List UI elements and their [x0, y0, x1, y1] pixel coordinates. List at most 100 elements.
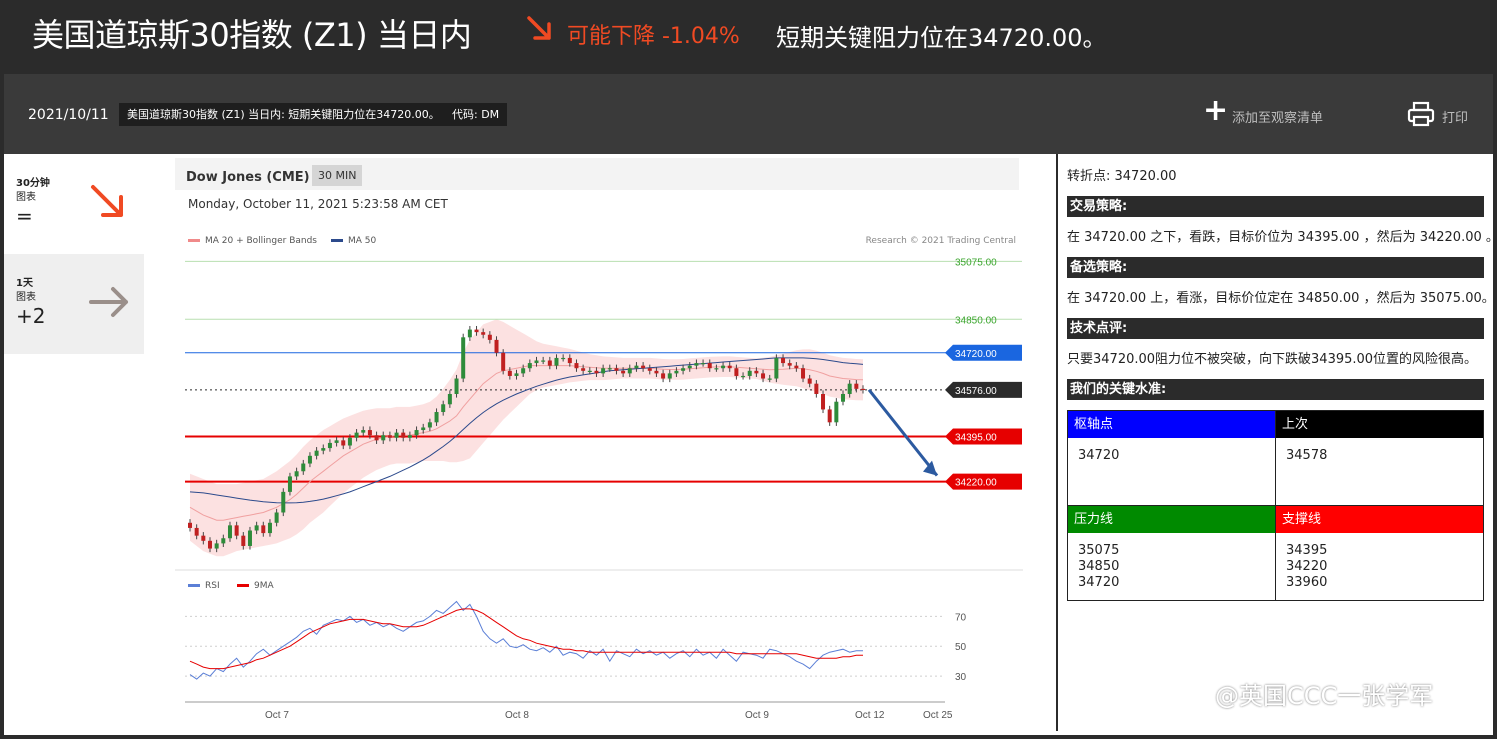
candle: [487, 334, 492, 340]
candle: [781, 357, 786, 364]
pivot-cell: 枢轴点 34720: [1068, 411, 1276, 506]
panel-divider: [1056, 154, 1058, 731]
candle: [507, 370, 512, 376]
pivot-value: 34720: [1078, 448, 1120, 463]
candle: [381, 435, 386, 441]
candle: [254, 525, 259, 531]
rsi-series-line: [189, 608, 863, 670]
candle: [467, 329, 472, 338]
level-label: 34220.00: [955, 478, 997, 489]
candle: [587, 370, 592, 372]
candle: [394, 432, 399, 438]
candle: [614, 368, 619, 371]
candle: [281, 491, 286, 513]
candle: [747, 370, 752, 376]
rsi-series-line: [189, 600, 863, 680]
candle: [627, 368, 632, 374]
candle: [441, 404, 446, 413]
candle: [461, 337, 466, 379]
x-tick-label: Oct 7: [265, 710, 289, 721]
rsi-tick-label: 70: [955, 612, 967, 623]
candle: [321, 448, 326, 451]
candle: [247, 530, 252, 546]
arrow-down-right-icon: [527, 16, 551, 40]
level-label: 34850.00: [955, 315, 997, 326]
top-banner: 美国道琼斯30指数 (Z1) 当日内 可能下降 -1.04% 短期关键阻力位在3…: [0, 0, 1497, 70]
candle: [521, 368, 526, 374]
trend-forecast: 可能下降 -1.04%: [567, 24, 740, 49]
candle: [834, 401, 839, 423]
key-levels-heading: 我们的关键水准:: [1067, 379, 1484, 400]
candle: [861, 388, 865, 391]
bollinger-band: [190, 319, 863, 557]
candle: [754, 370, 759, 374]
headline: 短期关键阻力位在34720.00。: [776, 24, 1107, 52]
candle: [607, 368, 612, 370]
candle: [427, 422, 432, 428]
last-value: 34578: [1286, 448, 1328, 463]
candle: [827, 409, 832, 423]
alternative-strategy-heading: 备选策略:: [1067, 257, 1484, 278]
candle: [641, 365, 646, 369]
candle: [794, 365, 799, 369]
print-label: 打印: [1442, 111, 1469, 126]
resistance-label: 压力线: [1068, 506, 1275, 533]
candle: [361, 430, 366, 433]
x-tick-label: Oct 12: [855, 710, 885, 721]
candle: [234, 525, 239, 536]
candle: [194, 527, 199, 536]
tab-subtitle: 图表: [16, 292, 36, 303]
candle: [454, 378, 459, 394]
candle: [221, 538, 226, 544]
trading-strategy-text: 在 34720.00 之下，看跌，目标价位为 34395.00 ，然后为 342…: [1067, 230, 1497, 245]
candle: [527, 363, 532, 369]
tab-title: 1天: [16, 278, 33, 289]
candle: [741, 375, 746, 378]
key-levels-table: 枢轴点 34720 上次 34578 压力线 35075 34850 34720…: [1067, 410, 1484, 601]
candle: [494, 339, 499, 353]
alternative-strategy-text: 在 34720.00 上，看涨，目标价位定在 34850.00 ，然后为 350…: [1067, 291, 1495, 306]
candle: [561, 357, 566, 360]
technical-comment-heading: 技术点评:: [1067, 318, 1484, 339]
candle: [594, 370, 599, 374]
tab-30min-chart[interactable]: 30分钟 图表 =: [4, 154, 144, 254]
candle: [667, 373, 672, 379]
candle: [774, 357, 779, 379]
candle: [687, 365, 692, 369]
symbol-code-tag: 代码: DM: [444, 103, 508, 126]
tab-1day-chart[interactable]: 1天 图表 +2: [4, 254, 144, 354]
level-label: 34395.00: [955, 432, 997, 443]
candle: [401, 432, 406, 438]
candle: [674, 370, 679, 374]
price-chart: 35075.00 34850.00 34720.00 34576.00 34395.00…: [175, 257, 1023, 721]
last-label: 上次: [1276, 411, 1483, 438]
candle: [474, 329, 479, 333]
candle: [767, 378, 772, 380]
candle: [761, 373, 766, 379]
candle: [681, 368, 686, 371]
candle: [634, 365, 639, 369]
candle: [307, 455, 312, 464]
candle: [421, 427, 426, 431]
candle: [721, 365, 726, 369]
resistance-cell: 压力线 35075 34850 34720: [1068, 506, 1276, 600]
candle: [347, 437, 352, 446]
rsi-tick-label: 50: [955, 642, 967, 653]
candle: [787, 363, 792, 366]
candle: [287, 476, 292, 492]
candle: [707, 363, 712, 369]
candle: [534, 360, 539, 364]
candle: [367, 430, 372, 436]
candle: [501, 352, 506, 371]
pivot-point-text: 转折点: 34720.00: [1067, 169, 1177, 184]
candle: [554, 357, 559, 366]
support-label: 支撑线: [1276, 506, 1483, 533]
candle: [847, 383, 852, 394]
candle: [334, 440, 339, 443]
candle: [574, 363, 579, 369]
tab-value: =: [16, 204, 33, 228]
candle: [201, 535, 206, 541]
candle: [374, 435, 379, 441]
candle: [188, 522, 192, 528]
candle: [341, 440, 346, 446]
